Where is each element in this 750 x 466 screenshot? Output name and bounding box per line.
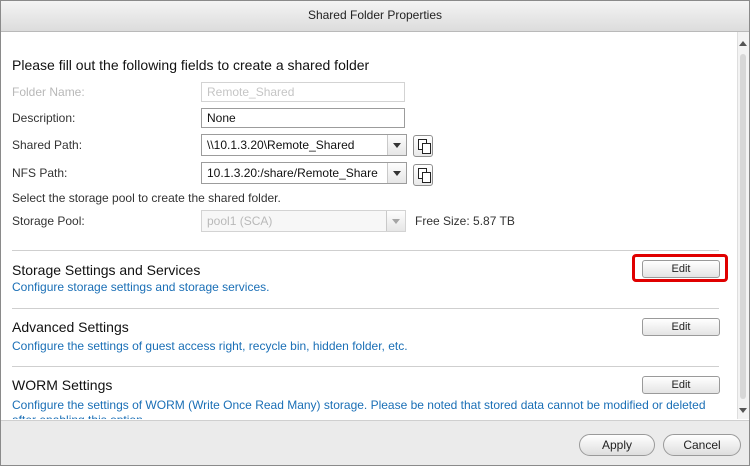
chevron-down-icon[interactable] <box>387 163 406 183</box>
chevron-down-icon[interactable] <box>387 135 406 155</box>
nfs-path-label: NFS Path: <box>12 166 68 180</box>
form-heading: Please fill out the following fields to … <box>12 57 370 73</box>
dialog-content: Please fill out the following fields to … <box>1 32 737 419</box>
worm-settings-description: Configure the settings of WORM (Write On… <box>12 398 706 419</box>
nfs-path-value: 10.1.3.20:/share/Remote_Share <box>207 166 378 180</box>
shared-path-label: Shared Path: <box>12 138 83 152</box>
storage-pool-label: Storage Pool: <box>12 214 85 228</box>
advanced-settings-description: Configure the settings of guest access r… <box>12 339 408 353</box>
shared-path-value: \\10.1.3.20\Remote_Shared <box>207 138 355 152</box>
section-divider <box>12 250 719 251</box>
scroll-up-icon[interactable] <box>739 41 747 46</box>
section-divider <box>12 366 719 367</box>
advanced-settings-edit-button[interactable]: Edit <box>642 318 720 336</box>
shared-path-select[interactable]: \\10.1.3.20\Remote_Shared <box>201 134 407 156</box>
advanced-settings-title: Advanced Settings <box>12 319 129 335</box>
highlight-box <box>632 254 728 282</box>
copy-shared-path-button[interactable] <box>413 135 433 157</box>
shared-folder-properties-dialog: Shared Folder Properties Please fill out… <box>0 0 750 466</box>
storage-pool-select: pool1 (SCA) <box>201 210 406 232</box>
worm-settings-title: WORM Settings <box>12 377 113 393</box>
free-size-text: Free Size: 5.87 TB <box>415 214 515 228</box>
apply-button[interactable]: Apply <box>579 434 655 456</box>
chevron-down-icon <box>386 211 405 231</box>
vertical-scrollbar[interactable] <box>737 32 749 419</box>
nfs-path-select[interactable]: 10.1.3.20:/share/Remote_Share <box>201 162 407 184</box>
storage-pool-hint: Select the storage pool to create the sh… <box>12 191 281 205</box>
storage-settings-description: Configure storage settings and storage s… <box>12 280 270 294</box>
copy-nfs-path-button[interactable] <box>413 164 433 186</box>
dialog-title: Shared Folder Properties <box>1 1 749 32</box>
storage-settings-title: Storage Settings and Services <box>12 262 201 278</box>
section-divider <box>12 308 719 309</box>
scrollbar-thumb[interactable] <box>740 54 746 399</box>
worm-settings-edit-button[interactable]: Edit <box>642 376 720 394</box>
folder-name-input: Remote_Shared <box>201 82 405 102</box>
description-label: Description: <box>12 111 76 125</box>
cancel-button[interactable]: Cancel <box>663 434 741 456</box>
folder-name-label: Folder Name: <box>12 85 85 99</box>
dialog-footer: Apply Cancel <box>1 420 749 465</box>
scroll-down-icon[interactable] <box>739 408 747 413</box>
description-input[interactable]: None <box>201 108 405 128</box>
storage-pool-value: pool1 (SCA) <box>207 214 273 228</box>
